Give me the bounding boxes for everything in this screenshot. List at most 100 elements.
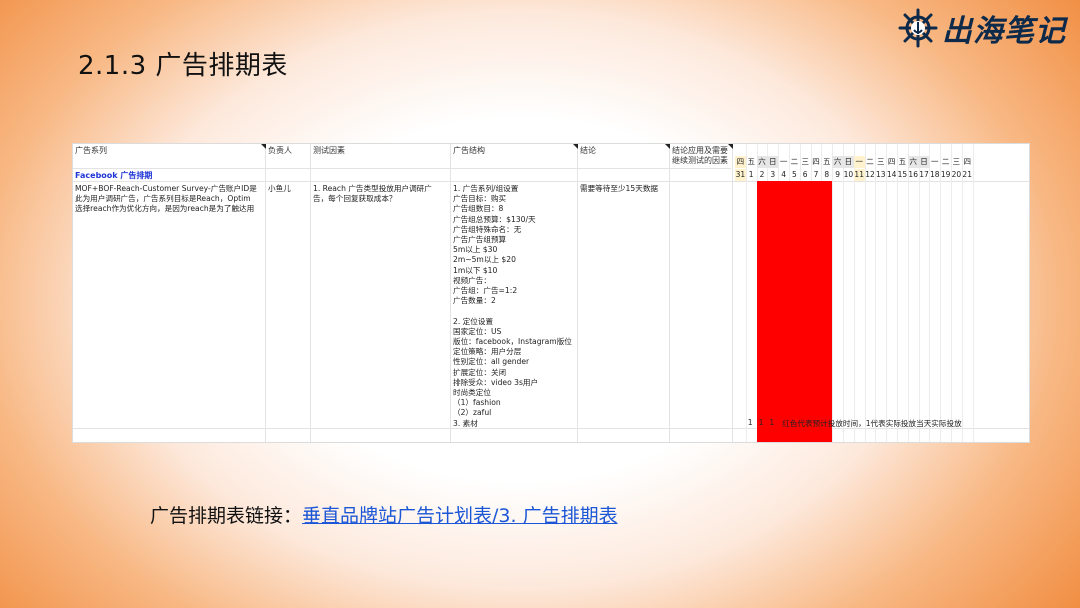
structure-line[interactable]: 1. 广告系列/组设置 xyxy=(453,184,518,194)
test-factor-line[interactable]: 1. Reach 广告类型投放用户调研广 xyxy=(313,184,450,194)
calendar-date[interactable]: 6 xyxy=(800,169,811,181)
calendar-gridline xyxy=(897,144,898,442)
structure-line[interactable]: 广告组特殊命名：无 xyxy=(453,225,521,235)
structure-line[interactable]: 广告组：广告=1:2 xyxy=(453,286,517,296)
calendar-date[interactable]: 14 xyxy=(886,169,897,181)
calendar-date[interactable]: 1 xyxy=(746,169,757,181)
header-series[interactable]: 广告系列 xyxy=(73,144,266,169)
structure-line[interactable]: 版位：facebook，Instagram版位 xyxy=(453,337,572,347)
calendar-date[interactable]: 31 xyxy=(735,169,746,181)
calendar-date[interactable]: 10 xyxy=(843,169,854,181)
calendar-date[interactable]: 15 xyxy=(897,169,908,181)
structure-cell[interactable]: 1. 广告系列/组设置 广告目标：购买 广告组数目：8 广告组总预算：$130/天 广告… xyxy=(453,184,578,430)
calendar-gridline xyxy=(843,144,844,442)
structure-line[interactable]: 2. 定位设置 xyxy=(453,317,493,327)
calendar-gridline xyxy=(832,144,834,442)
brand-logo: 出海笔记 xyxy=(898,6,1066,50)
calendar-weekday: 五 xyxy=(898,157,907,166)
structure-line[interactable]: 广告广告组预算 xyxy=(453,235,506,245)
calendar-weekday: 一 xyxy=(931,157,939,166)
calendar-weekday: 五 xyxy=(823,157,831,166)
calendar-weekday: 日 xyxy=(843,156,854,168)
calendar-weekday: 六 xyxy=(832,156,843,168)
calendar-date[interactable]: 17 xyxy=(919,169,930,181)
calendar-weekday: 四 xyxy=(887,157,896,166)
structure-line[interactable]: 2m~5m以上 $20 xyxy=(453,255,516,265)
calendar-date[interactable]: 13 xyxy=(875,169,886,181)
structure-line[interactable]: 广告目标：购买 xyxy=(453,194,506,204)
structure-line[interactable]: 5m以上 $30 xyxy=(453,245,497,255)
calendar-weekday: 三 xyxy=(952,157,961,166)
calendar-date[interactable]: 19 xyxy=(940,169,951,181)
header-applied[interactable]: 结论应用及需要继续测试的因素 xyxy=(670,144,733,170)
calendar-date[interactable]: 3 xyxy=(767,169,778,181)
structure-line[interactable]: 广告组总预算：$130/天 xyxy=(453,215,536,225)
structure-line[interactable]: 1m以下 $10 xyxy=(453,266,497,276)
calendar-gridline xyxy=(886,144,888,442)
calendar-date[interactable]: 9 xyxy=(832,169,843,181)
calendar-weekday: 三 xyxy=(801,157,809,166)
calendar-weekday: 一 xyxy=(853,156,865,168)
header-structure[interactable]: 广告结构 xyxy=(451,144,578,169)
planned-schedule-block[interactable] xyxy=(756,181,833,442)
calendar-gridline xyxy=(918,144,920,442)
series-line[interactable]: 选择reach作为优化方向，是因为reach是为了触达用 xyxy=(75,204,264,214)
header-conclusion[interactable]: 结论 xyxy=(578,144,670,169)
calendar-weekday: 六 xyxy=(907,156,919,168)
schedule-sheet-link[interactable]: 垂直品牌站广告计划表/3. 广告排期表 xyxy=(302,505,618,527)
calendar-date[interactable]: 2 xyxy=(757,169,768,181)
header-owner[interactable]: 负责人 xyxy=(266,144,311,169)
link-label: 广告排期表链接： xyxy=(150,505,303,527)
structure-line[interactable]: 性别定位：all gender xyxy=(453,357,529,367)
calendar-date[interactable]: 12 xyxy=(865,169,876,181)
structure-line[interactable]: 3. 素材 xyxy=(453,419,478,429)
structure-line[interactable]: 广告组数目：8 xyxy=(453,204,503,214)
calendar-date[interactable]: 4 xyxy=(778,169,789,181)
calendar-gridline xyxy=(951,144,952,442)
calendar-date[interactable]: 11 xyxy=(853,169,865,181)
calendar-gridline xyxy=(929,144,931,442)
calendar-weekday: 一 xyxy=(779,157,788,166)
structure-line[interactable]: 时尚类定位 xyxy=(453,388,491,398)
calendar-date[interactable]: 18 xyxy=(929,169,940,181)
header-test-factor[interactable]: 测试因素 xyxy=(311,144,451,169)
schedule-link-line: 广告排期表链接：垂直品牌站广告计划表/3. 广告排期表 xyxy=(150,501,618,528)
calendar-weekday: 二 xyxy=(790,157,799,166)
structure-line[interactable]: （2）zaful xyxy=(453,408,491,418)
calendar-weekday: 四 xyxy=(735,156,746,168)
calendar-weekday: 四 xyxy=(812,157,820,166)
owner-cell[interactable]: 小鱼儿 xyxy=(268,184,310,194)
calendar-weekday: 二 xyxy=(941,157,950,166)
calendar-date[interactable]: 21 xyxy=(962,169,973,181)
calendar-gridline xyxy=(940,144,942,442)
test-factor-line[interactable]: 告，每个回复获取成本？ xyxy=(313,194,450,204)
structure-line[interactable]: 国家定位：US xyxy=(453,327,501,337)
calendar-gridline xyxy=(745,144,747,442)
calendar-weekday: 五 xyxy=(747,157,755,166)
calendar-date[interactable]: 5 xyxy=(789,169,800,181)
structure-line[interactable]: 视频广告： xyxy=(453,276,491,286)
structure-line[interactable]: 定位策略：用户分层 xyxy=(453,347,521,357)
structure-line[interactable]: （1）fashion xyxy=(453,398,501,408)
calendar-gridline xyxy=(864,144,866,442)
calendar-weekday: 六 xyxy=(756,156,768,168)
series-line[interactable]: 此为用户调研广告，广告系列目标是Reach，Optim xyxy=(75,194,264,204)
calendar-gridline xyxy=(875,144,877,442)
calendar-weekday: 三 xyxy=(877,157,885,166)
series-line[interactable]: MOF+BOF-Reach-Customer Survey-广告账户ID是 xyxy=(75,184,264,194)
column-applied xyxy=(670,144,733,442)
calendar-date[interactable]: 16 xyxy=(908,169,919,181)
calendar-date[interactable]: 8 xyxy=(821,169,832,181)
structure-line[interactable]: 扩展定位：关闭 xyxy=(453,368,506,378)
calendar-date[interactable]: 20 xyxy=(951,169,962,181)
conclusion-cell[interactable]: 需要等待至少15天数据 xyxy=(580,184,670,194)
section-title: Facebook 广告排期 xyxy=(75,171,153,180)
structure-line[interactable]: 广告数量：2 xyxy=(453,296,496,306)
calendar-date[interactable]: 7 xyxy=(811,169,822,181)
calendar-gridline xyxy=(853,144,855,442)
calendar-weekday: 日 xyxy=(918,156,930,168)
calendar-gridline xyxy=(972,144,974,442)
calendar-weekday: 二 xyxy=(866,157,874,166)
structure-line[interactable]: 排除受众：video 3s用户 xyxy=(453,378,538,388)
ship-wheel-icon xyxy=(898,8,938,48)
